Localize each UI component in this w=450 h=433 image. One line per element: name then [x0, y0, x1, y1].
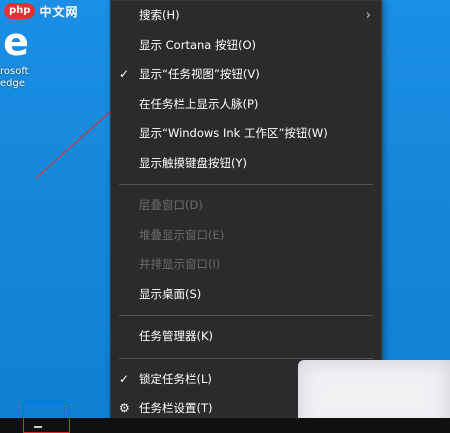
menu-item-show-cortana[interactable]: 显示 Cortana 按钮(O) — [111, 31, 381, 61]
menu-item-label: 层叠窗口(D) — [139, 198, 203, 212]
menu-item-show-touch-keyboard[interactable]: 显示触摸键盘按钮(Y) — [111, 149, 381, 179]
menu-item-show-windows-ink[interactable]: 显示“Windows Ink 工作区”按钮(W) — [111, 119, 381, 149]
menu-separator — [119, 357, 373, 359]
checkmark-icon: ✓ — [119, 371, 130, 386]
menu-item-label: 任务管理器(K) — [139, 329, 214, 343]
menu-item-label: 显示桌面(S) — [139, 286, 202, 301]
edge-icon: e — [3, 20, 29, 64]
menu-item-label: 堆叠显示窗口(E) — [139, 227, 225, 242]
watermark-text: 中文网 — [39, 4, 79, 19]
checkmark-icon: ✓ — [119, 67, 130, 81]
watermark: php 中文网 — [0, 0, 82, 22]
menu-item-show-people[interactable]: 在任务栏上显示人脉(P) — [111, 90, 381, 120]
menu-item-label: 显示 Cortana 按钮(O) — [139, 37, 257, 52]
menu-item-label: 并排显示窗口(I) — [139, 257, 221, 271]
menu-item-task-manager[interactable]: 任务管理器(K) — [111, 322, 381, 352]
menu-item-label: 在任务栏上显示人脉(P) — [139, 96, 259, 111]
taskbar-task-view-highlight — [23, 401, 70, 433]
menu-item-label: 搜索(H) — [139, 8, 180, 22]
menu-item-label: 显示“Windows Ink 工作区”按钮(W) — [139, 126, 328, 140]
menu-item-label: 显示“任务视图”按钮(V) — [139, 67, 260, 81]
edge-icon-label: rosoft edge — [0, 66, 42, 90]
edge-icon-label-line1: rosoft — [0, 66, 29, 77]
menu-item-label: 锁定任务栏(L) — [139, 371, 212, 386]
menu-separator — [119, 315, 373, 316]
menu-item-show-task-view[interactable]: ✓ 显示“任务视图”按钮(V) — [111, 60, 381, 90]
chevron-right-icon: › — [365, 8, 371, 23]
edge-desktop-icon[interactable]: e — [0, 22, 36, 62]
menu-item-search[interactable]: 搜索(H) › — [111, 1, 381, 31]
menu-item-stack-windows: 堆叠显示窗口(E) — [111, 221, 381, 251]
menu-item-show-desktop[interactable]: 显示桌面(S) — [111, 280, 381, 310]
watermark-badge: php — [4, 3, 36, 19]
menu-item-label: 显示触摸键盘按钮(Y) — [139, 155, 247, 170]
task-view-icon[interactable] — [34, 426, 42, 428]
edge-icon-label-line2: edge — [0, 78, 25, 89]
menu-separator — [119, 184, 373, 185]
menu-item-side-by-side: 并排显示窗口(I) — [111, 250, 381, 280]
menu-item-cascade-windows: 层叠窗口(D) — [111, 191, 381, 221]
menu-item-label: 任务栏设置(T) — [139, 401, 213, 415]
